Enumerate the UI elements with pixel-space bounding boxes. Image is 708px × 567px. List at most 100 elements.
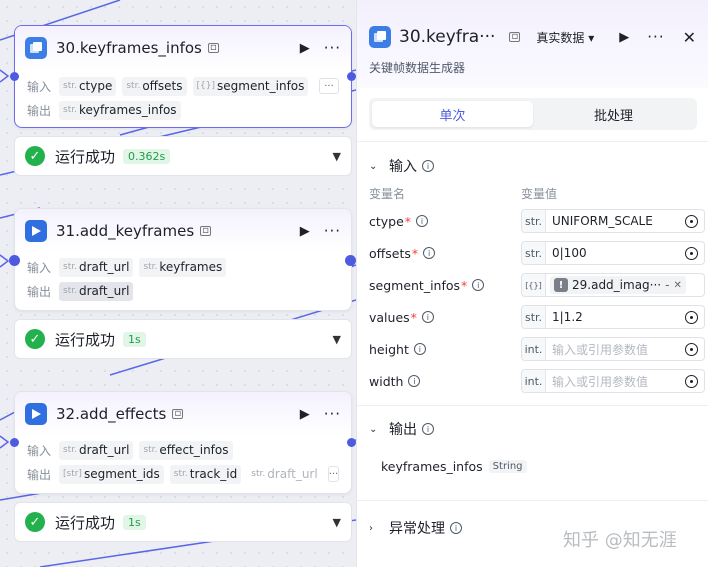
- more-options-button[interactable]: ···: [647, 28, 664, 46]
- type-indicator: str.: [522, 210, 546, 232]
- node-keyframes-infos[interactable]: 30.keyframes_infos ▫ ▶ ··· 输入 str. ctype …: [14, 25, 352, 128]
- variable-name: height i: [369, 342, 519, 357]
- field-value[interactable]: UNIFORM_SCALE: [546, 214, 679, 228]
- param-tag: str. draft_url: [59, 440, 134, 460]
- input-port[interactable]: [9, 255, 20, 266]
- run-status-bar[interactable]: ✓ 运行成功 1s ▼: [14, 502, 352, 542]
- status-text: 运行成功: [55, 330, 116, 349]
- variable-row: width i int. 输入或引用参数值: [369, 368, 705, 394]
- variable-row: height i int. 输入或引用参数值: [369, 336, 705, 362]
- output-type-badge: String: [488, 460, 527, 473]
- info-icon: i: [422, 160, 434, 172]
- info-icon: i: [416, 215, 429, 227]
- reference-picker-icon[interactable]: [685, 214, 698, 228]
- status-text: 运行成功: [55, 147, 116, 166]
- field-value[interactable]: 1|1.2: [546, 310, 679, 324]
- run-node-button[interactable]: ▶: [300, 407, 310, 422]
- chevron-down-icon[interactable]: ▼: [333, 150, 341, 163]
- input-port[interactable]: [10, 438, 19, 447]
- reference-tag[interactable]: ! 29.add_imag··· - ✕: [550, 276, 686, 294]
- column-header-value: 变量值: [521, 187, 558, 201]
- more-options-button[interactable]: ···: [324, 222, 341, 240]
- param-tag: str. keyframes: [139, 257, 227, 277]
- chevron-down-icon[interactable]: ▼: [333, 516, 341, 529]
- divider: [357, 405, 708, 406]
- variable-value-field[interactable]: str. 0|100: [521, 241, 705, 265]
- variable-name: values * i: [369, 310, 519, 325]
- param-tag: [str] segment_ids: [59, 464, 164, 484]
- tab-batch[interactable]: 批处理: [533, 101, 694, 127]
- workflow-canvas[interactable]: 30.keyframes_infos ▫ ▶ ··· 输入 str. ctype …: [0, 0, 356, 567]
- plugin-icon: [369, 26, 391, 48]
- data-mode-select[interactable]: 真实数据 ▾: [536, 29, 594, 46]
- node-header: 30.keyframes_infos ▫ ▶ ···: [15, 26, 351, 70]
- input-label: 输入: [27, 443, 52, 458]
- reference-picker-icon[interactable]: [685, 246, 698, 260]
- input-label: 输入: [27, 79, 52, 94]
- more-options-button[interactable]: ···: [324, 405, 341, 423]
- reference-picker-icon[interactable]: [685, 342, 698, 356]
- variable-row: offsets * i str. 0|100: [369, 240, 705, 266]
- variable-row: ctype * i str. UNIFORM_SCALE: [369, 208, 705, 234]
- copy-icon[interactable]: ▫: [200, 226, 212, 236]
- variable-value-field[interactable]: int. 输入或引用参数值: [521, 369, 705, 393]
- input-row: 输入 str. draft_url str. keyframes: [15, 255, 351, 279]
- run-status-bar[interactable]: ✓ 运行成功 1s ▼: [14, 319, 352, 359]
- output-port[interactable]: [347, 438, 356, 447]
- param-tag: str. offsets: [122, 76, 187, 96]
- input-section-header[interactable]: ⌄ 输入 i: [369, 156, 434, 176]
- node-title: 32.add_effects: [56, 405, 167, 423]
- run-node-button[interactable]: ▶: [300, 41, 310, 56]
- more-params-button[interactable]: ···: [319, 78, 339, 94]
- run-node-button[interactable]: ▶: [300, 224, 310, 239]
- chevron-down-icon[interactable]: ▼: [333, 333, 341, 346]
- output-variable: keyframes_infos String: [381, 459, 527, 474]
- type-indicator: str.: [522, 242, 546, 264]
- chevron-right-icon: ›: [369, 522, 373, 534]
- node-add-effects[interactable]: 32.add_effects ▫ ▶ ··· 输入 str. draft_url …: [14, 391, 352, 494]
- input-port[interactable]: [10, 72, 19, 81]
- param-tag: str. draft_url: [59, 257, 134, 277]
- copy-icon[interactable]: ▫: [207, 43, 219, 53]
- variable-value-field[interactable]: str. UNIFORM_SCALE: [521, 209, 705, 233]
- warning-icon: !: [554, 278, 568, 292]
- tab-single[interactable]: 单次: [372, 101, 533, 127]
- param-tag: str. draft_url: [59, 281, 134, 301]
- reference-picker-icon[interactable]: [685, 374, 698, 388]
- section-title: 输入: [389, 159, 417, 175]
- more-options-button[interactable]: ···: [324, 39, 341, 57]
- variable-name: ctype * i: [369, 214, 519, 229]
- output-port[interactable]: [345, 255, 356, 266]
- remove-icon[interactable]: ✕: [673, 280, 681, 291]
- success-check-icon: ✓: [25, 146, 45, 166]
- variable-value-field[interactable]: [{}] ! 29.add_imag··· - ✕: [521, 273, 705, 297]
- variable-row: segment_infos * i [{}] ! 29.add_imag··· - …: [369, 272, 705, 298]
- param-tag: str. keyframes_infos: [59, 100, 181, 120]
- close-icon[interactable]: ✕: [683, 28, 696, 47]
- run-node-button[interactable]: ▶: [619, 30, 629, 45]
- copy-icon[interactable]: ▫: [509, 32, 521, 42]
- more-params-button[interactable]: ···: [327, 466, 340, 482]
- type-indicator: int.: [522, 338, 546, 360]
- variable-value-field[interactable]: str. 1|1.2: [521, 305, 705, 329]
- field-placeholder[interactable]: 输入或引用参数值: [546, 341, 679, 358]
- status-text: 运行成功: [55, 513, 116, 532]
- section-title: 输出: [389, 422, 417, 438]
- output-port[interactable]: [347, 72, 356, 81]
- copy-icon[interactable]: ▫: [172, 409, 184, 419]
- error-handling-section-header[interactable]: › 异常处理 i: [369, 518, 462, 538]
- reference-picker-icon[interactable]: [685, 310, 698, 324]
- field-placeholder[interactable]: 输入或引用参数值: [546, 373, 679, 390]
- output-section-header[interactable]: ⌄ 输出 i: [369, 419, 434, 439]
- panel-title: 30.keyfra···: [399, 27, 496, 47]
- output-row: 输出 [str] segment_ids str. track_id str. dra…: [15, 462, 351, 486]
- run-status-bar[interactable]: ✓ 运行成功 0.362s ▼: [14, 136, 352, 176]
- output-row: 输出 str. keyframes_infos: [15, 98, 351, 122]
- field-value[interactable]: 0|100: [546, 246, 679, 260]
- node-add-keyframes[interactable]: 31.add_keyframes ▫ ▶ ··· 输入 str. draft_ur…: [14, 208, 352, 311]
- input-row: 输入 str. ctype str. offsets [{}] segment_inf…: [15, 74, 351, 98]
- variable-value-field[interactable]: int. 输入或引用参数值: [521, 337, 705, 361]
- output-label: 输出: [27, 284, 52, 299]
- variable-name: width i: [369, 374, 519, 389]
- output-name: keyframes_infos: [381, 459, 483, 474]
